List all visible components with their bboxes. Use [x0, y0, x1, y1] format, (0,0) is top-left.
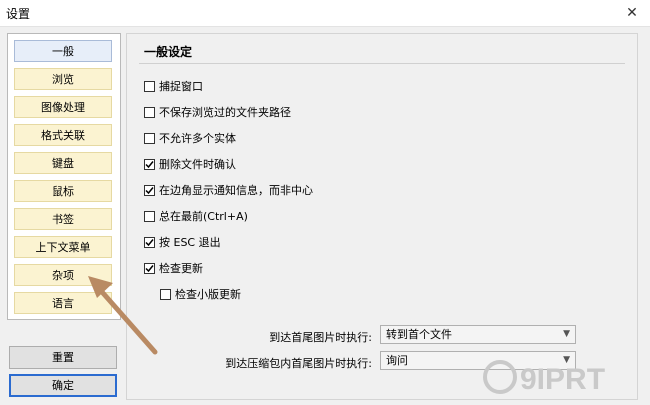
- annotation-arrow-icon: [88, 276, 158, 355]
- watermark-text: 9IPRT: [520, 363, 605, 396]
- watermark-logo: 9IPRT: [483, 360, 605, 396]
